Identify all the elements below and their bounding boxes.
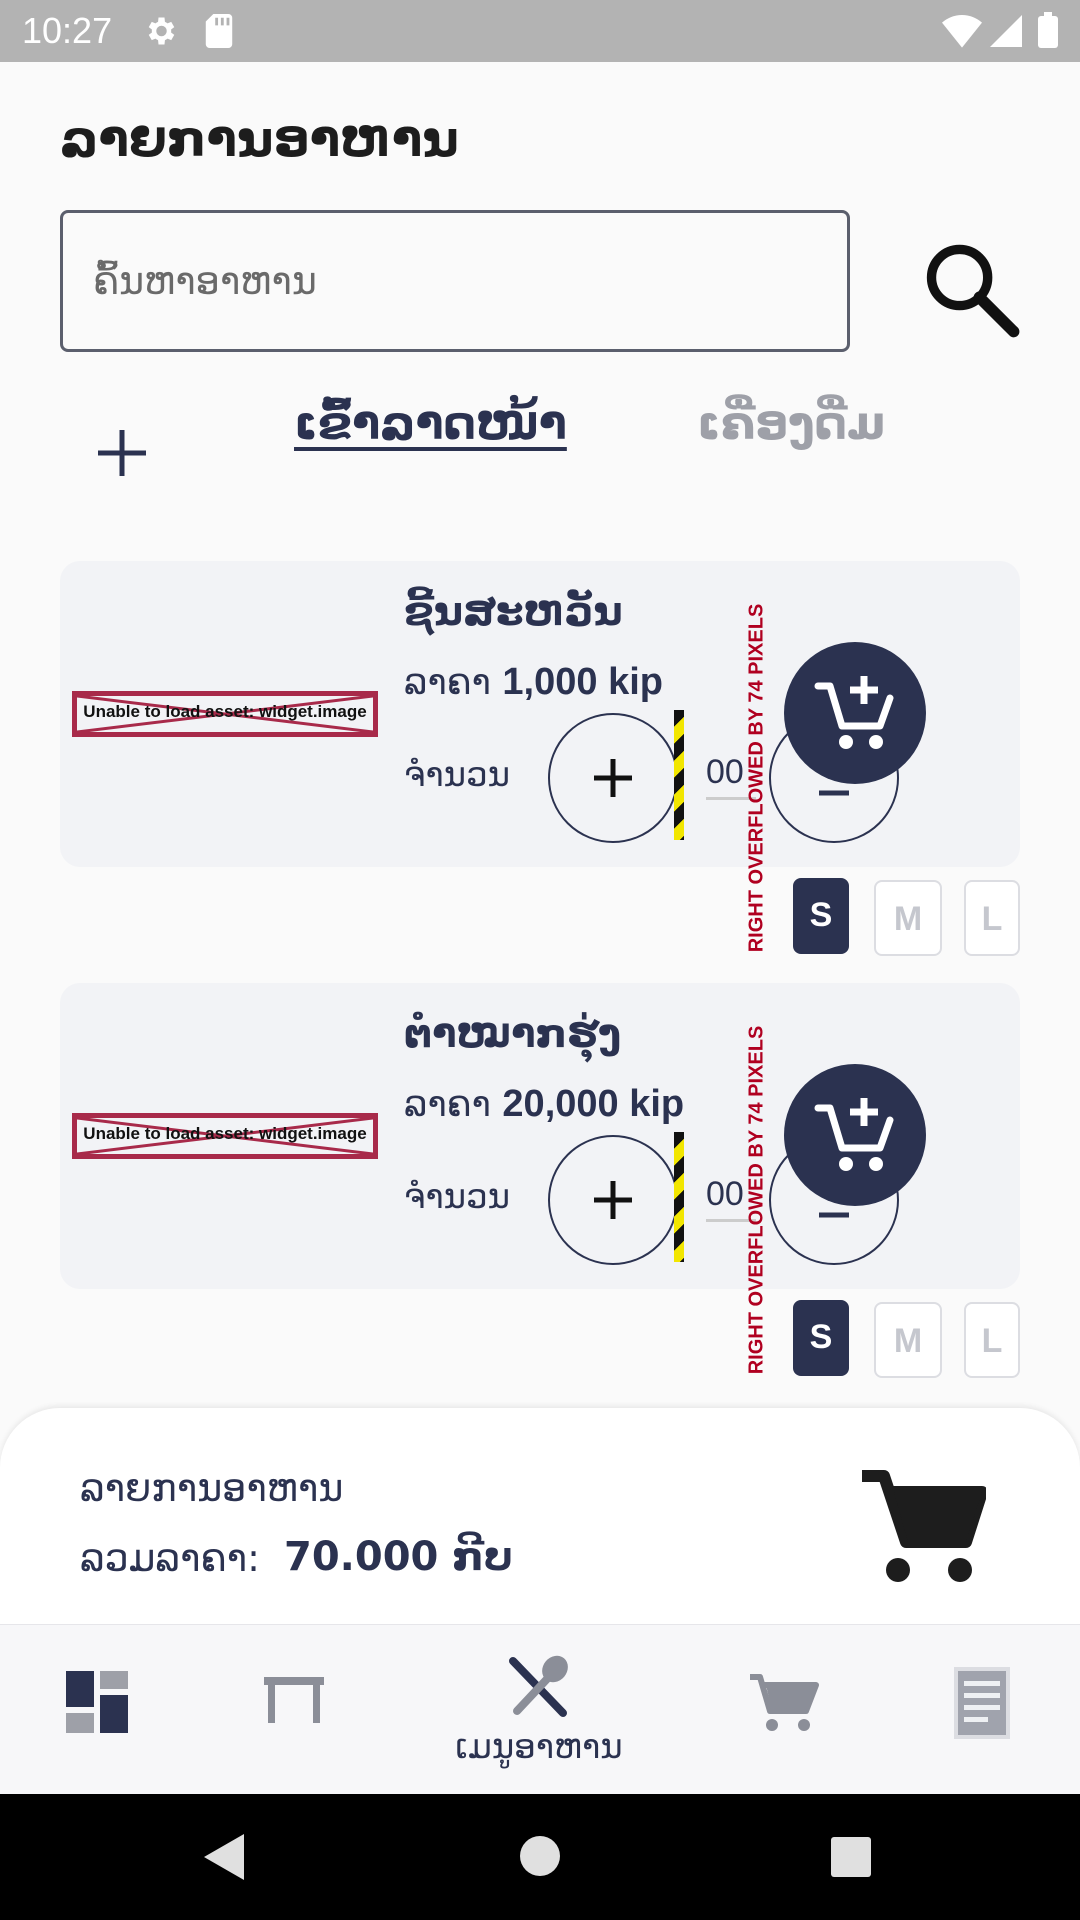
add-to-cart-icon	[814, 1098, 894, 1171]
price-value: 20,000 kip	[502, 1083, 685, 1125]
battery-icon	[1038, 12, 1058, 48]
screen: 10:27 ລາຍການອາຫານ ເຂົ້າລາດໜ້າ ເຄື່ອງດື່ມ	[0, 0, 1080, 1920]
food-menu-icon	[509, 1655, 568, 1717]
item-price: ລາຄາ 1,000 kip	[404, 661, 663, 704]
back-icon[interactable]	[204, 1834, 244, 1880]
size-m-button[interactable]: M	[874, 1302, 942, 1378]
size-m-button[interactable]: M	[874, 880, 942, 956]
bottom-nav: ເມນູອາຫານ	[0, 1624, 1080, 1794]
add-category-icon[interactable]	[92, 418, 152, 488]
sd-card-icon	[205, 14, 233, 48]
status-bar: 10:27	[0, 0, 1080, 62]
quantity-label: ຈຳນວນ	[404, 1177, 510, 1217]
system-nav-bar	[0, 1794, 1080, 1920]
size-l-button[interactable]: L	[964, 880, 1020, 956]
image-error-text: Unable to load asset: widget.image	[83, 702, 367, 721]
tab-food[interactable]: ເຂົ້າລາດໜ້າ	[294, 396, 567, 450]
menu-item-card: Unable to load asset: widget.image ຕຳໝາກ…	[60, 983, 1020, 1374]
dashboard-icon	[66, 1671, 128, 1733]
quantity-label: ຈຳນວນ	[404, 755, 510, 795]
cart-total-label: ລວມລາຄາ:	[80, 1536, 260, 1580]
overflow-warning-text: RIGHT OVERFLOWED BY 74 PIXELS	[745, 1025, 768, 1375]
overflow-warning-stripe	[674, 710, 684, 840]
image-load-error: Unable to load asset: widget.image	[72, 1113, 378, 1159]
nav-item-food-menu[interactable]: ເມນູອາຫານ	[439, 1625, 639, 1795]
page-title: ລາຍການອາຫານ	[60, 110, 459, 168]
size-l-button[interactable]: L	[964, 1302, 1020, 1378]
status-time: 10:27	[22, 10, 113, 51]
settings-icon	[148, 17, 175, 45]
cart-total-value: 70.000 ກີບ	[284, 1534, 513, 1580]
image-load-error: Unable to load asset: widget.image	[72, 691, 378, 737]
tab-drinks[interactable]: ເຄື່ອງດື່ມ	[697, 396, 886, 450]
increase-quantity-button[interactable]	[548, 1135, 678, 1265]
increase-quantity-button[interactable]	[548, 713, 678, 843]
overflow-warning-stripe	[674, 1132, 684, 1262]
recents-icon[interactable]	[831, 1837, 871, 1877]
nav-label-food-menu: ເມນູອາຫານ	[455, 1727, 623, 1767]
add-to-cart-button[interactable]	[784, 1064, 926, 1206]
add-to-cart-icon	[814, 676, 894, 749]
price-label: ລາຄາ	[404, 662, 491, 703]
item-name: ຕຳໝາກຮຸ່ງ	[404, 1011, 622, 1057]
quantity-value: 00	[706, 753, 744, 791]
price-label: ລາຄາ	[404, 1084, 491, 1125]
item-price: ລາຄາ 20,000 kip	[404, 1083, 684, 1126]
cart-icon	[750, 1674, 819, 1731]
receipt-icon	[954, 1667, 1010, 1739]
cart-summary-panel[interactable]: ລາຍການອາຫານ ລວມລາຄາ: 70.000 ກີບ	[0, 1408, 1080, 1624]
search-field	[60, 210, 850, 352]
cart-icon[interactable]	[856, 1458, 986, 1588]
home-icon[interactable]	[520, 1836, 560, 1876]
add-to-cart-button[interactable]	[784, 642, 926, 784]
plus-icon	[594, 1181, 632, 1219]
menu-item-card: Unable to load asset: widget.image ຊີ້ນສ…	[60, 561, 1020, 952]
table-icon	[264, 1677, 324, 1723]
size-s-button[interactable]: S	[793, 1300, 849, 1376]
image-error-text: Unable to load asset: widget.image	[83, 1124, 367, 1143]
quantity-value: 00	[706, 1175, 744, 1213]
plus-icon	[594, 759, 632, 797]
nav-item-tables[interactable]	[200, 1625, 390, 1795]
overflow-warning-text: RIGHT OVERFLOWED BY 74 PIXELS	[745, 603, 768, 953]
wifi-icon	[942, 15, 982, 48]
nav-item-dashboard[interactable]	[0, 1625, 200, 1795]
cart-summary-title: ລາຍການອາຫານ	[80, 1466, 344, 1510]
price-value: 1,000 kip	[502, 661, 663, 703]
search-input[interactable]	[63, 213, 847, 349]
item-name: ຊີ້ນສະຫວັນ	[404, 589, 623, 635]
search-icon[interactable]	[918, 238, 1022, 342]
nav-item-receipts[interactable]	[886, 1625, 1080, 1795]
signal-icon	[990, 15, 1022, 47]
size-s-button[interactable]: S	[793, 878, 849, 954]
nav-item-cart[interactable]	[686, 1625, 886, 1795]
